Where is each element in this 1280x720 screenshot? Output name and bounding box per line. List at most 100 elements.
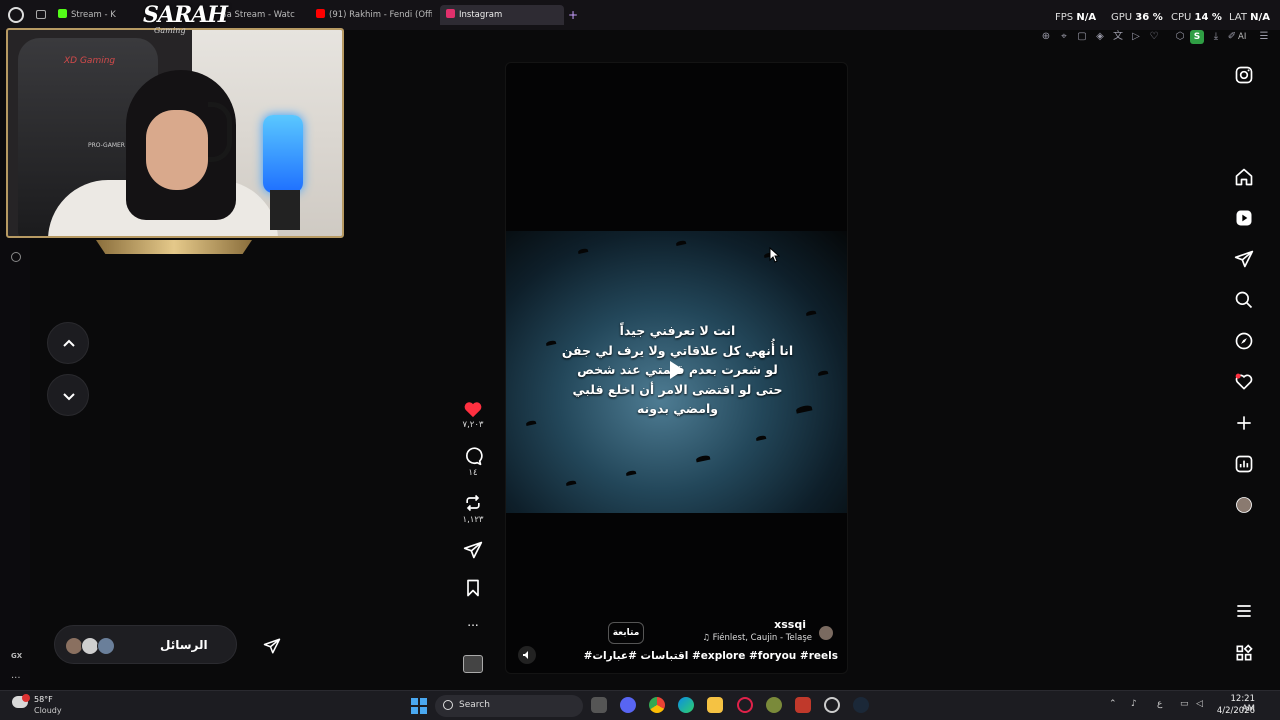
shield-icon[interactable]: ◈ [1094, 31, 1106, 43]
input-language[interactable]: ع [1157, 699, 1162, 709]
repost-count: ١,١٢٣ [462, 515, 484, 525]
webcam-overlay: XD Gaming PRO-GAMER [6, 28, 344, 238]
search-icon [443, 700, 453, 710]
weather-condition[interactable]: Cloudy [34, 706, 62, 715]
instagram-sidebar [1224, 50, 1264, 690]
reel-username[interactable]: xssqi [756, 618, 806, 631]
follow-button[interactable]: متابعة [608, 622, 644, 644]
app-icon[interactable] [766, 697, 782, 713]
create-plus-icon[interactable] [1234, 413, 1254, 433]
taskbar-search[interactable]: Search [435, 695, 583, 717]
messages-label: الرسائل [160, 638, 208, 652]
tab-stream-twitch[interactable]: Ga Stream - Watc [220, 5, 300, 25]
steam-icon[interactable] [853, 697, 869, 713]
extensions-icon[interactable]: ⬡ [1174, 31, 1186, 43]
tab-youtube[interactable]: (91) Rakhim - Fendi (Offici [316, 5, 432, 25]
tab-stream-kick[interactable]: Stream - K [58, 5, 138, 25]
reel-video[interactable]: انت لا تعرفني جيداً انا أُنهي كل علاقاتي… [505, 62, 848, 674]
notifications-heart-icon[interactable] [1234, 372, 1254, 392]
rgb-microphone [263, 115, 303, 193]
microphone-icon[interactable]: ♪ [1131, 699, 1137, 709]
play-icon[interactable]: ▷ [1130, 31, 1142, 43]
sarah-logo-sub: Gaming [154, 26, 186, 35]
workspaces-icon[interactable] [36, 10, 46, 19]
like-button[interactable]: ٧,٢٠٣ [460, 400, 486, 430]
menu-icon[interactable]: ☰ [1258, 31, 1270, 43]
repost-button[interactable]: ١,١٢٣ [460, 493, 486, 525]
mouse-cursor-icon [769, 247, 780, 263]
task-view-icon[interactable] [591, 697, 607, 713]
download-icon[interactable]: ⤓ [1210, 31, 1222, 43]
music-note-icon: ♫ [702, 633, 713, 643]
weather-alert-badge [22, 694, 30, 702]
messages-icon[interactable] [1234, 249, 1254, 269]
search-icon[interactable] [1234, 290, 1254, 310]
reel-audio[interactable]: ♫ Fiénlest, Caujin - Telaşe [682, 633, 812, 643]
share-button[interactable] [460, 540, 486, 560]
chevron-down-icon [63, 393, 75, 401]
insights-icon[interactable] [1234, 454, 1254, 474]
pin-icon[interactable]: ⌖ [1058, 31, 1070, 43]
send-icon [463, 541, 483, 559]
new-tab-button[interactable]: + [568, 8, 578, 22]
sidebar-more-icon[interactable]: ... [11, 670, 21, 681]
repost-icon [466, 494, 480, 512]
translate-icon[interactable]: 文 [1112, 31, 1124, 43]
also-from-meta-icon[interactable] [1234, 643, 1254, 663]
profile-avatar[interactable] [1234, 495, 1254, 515]
windows-start-icon[interactable] [411, 698, 427, 714]
reel-caption[interactable]: #اقتباسات #عبارات #explore #foryou #reel… [526, 650, 838, 662]
tray-chevron-up-icon[interactable]: ⌃ [1109, 699, 1117, 709]
fps-stat: FPS N/A [1055, 12, 1097, 23]
reels-icon[interactable] [1234, 208, 1254, 228]
opera-gx-logo-icon[interactable] [8, 7, 24, 23]
extension-s-icon[interactable]: S [1190, 30, 1204, 44]
comment-count: ١٤ [468, 468, 478, 478]
edge-icon[interactable] [678, 697, 694, 713]
gx-corner-label[interactable]: GX [11, 652, 22, 660]
reel-user-avatar[interactable] [819, 626, 833, 640]
lat-stat: LAT N/A [1229, 12, 1270, 23]
comment-button[interactable]: ١٤ [460, 446, 486, 478]
chevron-up-icon [63, 339, 75, 347]
instagram-logo-icon[interactable] [1234, 65, 1254, 85]
tab-instagram[interactable]: Instagram [440, 5, 564, 25]
heart-filled-icon [464, 402, 482, 418]
heart-icon[interactable]: ♡ [1148, 31, 1160, 43]
discord-icon[interactable] [620, 697, 636, 713]
sarah-logo: SARAH [143, 2, 228, 28]
ai-label[interactable]: AI [1238, 32, 1246, 42]
opera-gx-icon[interactable] [737, 697, 753, 713]
bookmark-icon [467, 579, 479, 597]
settings-gear-icon[interactable] [11, 252, 21, 262]
like-count: ٧,٢٠٣ [462, 420, 484, 430]
next-reel-button[interactable] [47, 374, 89, 416]
clock-date[interactable]: 4/2/2026 [1215, 706, 1255, 716]
file-explorer-icon[interactable] [707, 697, 723, 713]
more-menu-icon[interactable] [1234, 601, 1254, 621]
chair-model-text: PRO-GAMER [88, 142, 125, 149]
home-icon[interactable] [1234, 167, 1254, 187]
weather-temperature[interactable]: 58°F [34, 695, 53, 704]
streamer-face [146, 110, 208, 190]
previous-reel-button[interactable] [47, 322, 89, 364]
play-icon[interactable] [670, 361, 684, 379]
more-options-button[interactable]: ... [460, 615, 486, 629]
network-icon[interactable]: ▭ [1180, 699, 1189, 709]
shield-app-icon[interactable] [795, 697, 811, 713]
settings-icon[interactable] [824, 697, 840, 713]
avatar [97, 637, 115, 655]
save-button[interactable] [460, 578, 486, 598]
audio-thumbnail[interactable] [463, 655, 483, 673]
youtube-icon [316, 9, 325, 18]
volume-icon[interactable]: ◁ [1196, 699, 1203, 709]
chrome-icon[interactable] [649, 697, 665, 713]
screen: Stream - K Ga Stream - Watc (91) Rakhim … [0, 0, 1280, 720]
mic-stand [270, 190, 300, 230]
messages-button[interactable]: الرسائل [54, 625, 281, 664]
chair-brand-text: XD Gaming [64, 56, 116, 66]
zoom-icon[interactable]: ⊕ [1040, 31, 1052, 43]
snapshot-icon[interactable]: ▢ [1076, 31, 1088, 43]
aria-icon[interactable]: ✐ [1226, 31, 1238, 43]
explore-icon[interactable] [1234, 331, 1254, 351]
